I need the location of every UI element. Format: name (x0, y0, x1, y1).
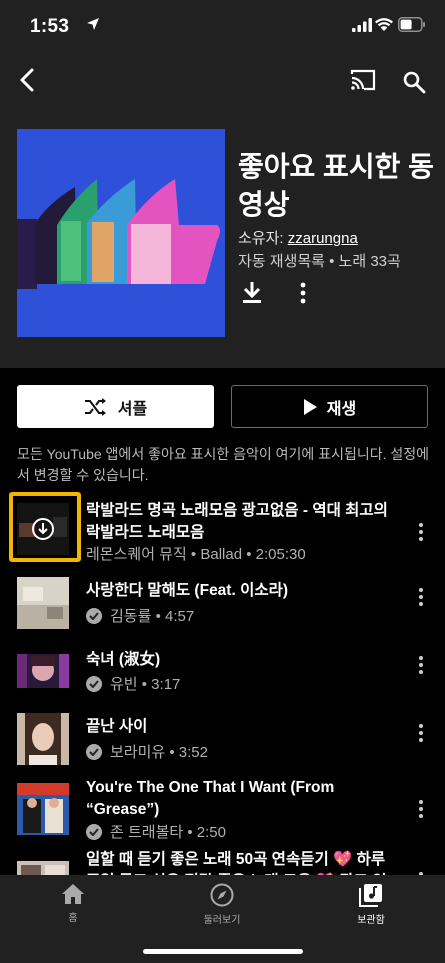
status-time: 1:53 (30, 16, 70, 37)
more-vert-icon[interactable] (416, 799, 426, 819)
cellular-signal-icon (352, 18, 372, 32)
playlist-title: 좋아요 표시한 동영상 (238, 151, 434, 220)
nav-home-label: 홈 (68, 913, 78, 924)
downloaded-check-icon (86, 823, 102, 840)
more-vert-icon[interactable] (293, 280, 313, 306)
album-art (17, 577, 69, 629)
list-item[interactable]: 락발라드 명곡 노래모음 광고없음 - 역대 최고의 락발라드 노래모음 레몬스… (0, 490, 445, 565)
back-arrow-icon[interactable] (14, 66, 42, 94)
album-art (17, 713, 69, 765)
list-item[interactable]: 끝난 사이 보라미유 • 3:52 (0, 701, 445, 769)
track-thumbnail (17, 577, 69, 629)
highlight-box (9, 492, 81, 562)
downloaded-check-icon (86, 675, 102, 692)
play-icon (303, 398, 317, 415)
owner-prefix: 소유자: (238, 230, 288, 247)
track-subtitle: 존 트래볼타 • 2:50 (86, 821, 226, 842)
track-subtitle: 유빈 • 3:17 (86, 673, 180, 694)
library-icon (359, 884, 382, 907)
nav-library-label: 보관함 (357, 915, 385, 926)
track-title: 끝난 사이 (86, 718, 148, 735)
thumbs-up-art-icon (17, 129, 225, 337)
battery-icon (398, 17, 425, 32)
track-subtitle: 김동률 • 4:57 (86, 605, 194, 626)
track-title: 숙녀 (淑女) (86, 651, 161, 668)
more-vert-icon[interactable] (416, 723, 426, 743)
playlist-owner: 소유자: zzarungna (238, 227, 358, 248)
home-indicator[interactable] (143, 949, 303, 954)
search-icon[interactable] (402, 70, 426, 94)
shuffle-button[interactable]: 셔플 (17, 385, 214, 428)
track-title: You're The One That I Want (From “Grease… (86, 779, 335, 818)
nav-explore-label: 둘러보기 (203, 915, 241, 926)
more-vert-icon[interactable] (416, 587, 426, 607)
track-title: 락발라드 명곡 노래모음 광고없음 - 역대 최고의 락발라드 노래모음 (86, 502, 388, 541)
track-thumbnail (17, 783, 69, 835)
list-item[interactable]: 사랑한다 말해도 (Feat. 이소라) 김동률 • 4:57 (0, 565, 445, 633)
list-item[interactable]: 숙녀 (淑女) 유빈 • 3:17 (0, 633, 445, 701)
track-title: 사랑한다 말해도 (Feat. 이소라) (86, 582, 289, 599)
track-subtitle: 보라미유 • 3:52 (86, 741, 208, 762)
home-icon (62, 884, 84, 904)
compass-icon (210, 883, 234, 907)
info-text: 모든 YouTube 앱에서 좋아요 표시한 음악이 여기에 표시됩니다. 설정… (17, 446, 430, 483)
nav-explore[interactable]: 둘러보기 (182, 883, 262, 926)
status-bar: 1:53 (0, 0, 445, 52)
downloaded-check-icon (86, 607, 102, 624)
playlist-cover-art (17, 129, 225, 337)
downloaded-check-icon (86, 743, 102, 760)
location-arrow-icon (87, 18, 99, 30)
nav-library[interactable]: 보관함 (331, 883, 411, 926)
track-subtitle: 레몬스퀘어 뮤직 • Ballad • 2:05:30 (86, 546, 306, 563)
play-label: 재생 (326, 400, 357, 418)
playlist-meta: 자동 재생목록 • 노래 33곡 (238, 253, 401, 270)
download-icon[interactable] (238, 278, 266, 306)
album-art (17, 654, 69, 688)
more-vert-icon[interactable] (416, 522, 426, 542)
play-button[interactable]: 재생 (231, 385, 428, 428)
shuffle-icon (84, 397, 106, 416)
list-item[interactable]: You're The One That I Want (From “Grease… (0, 769, 445, 849)
track-thumbnail (17, 654, 69, 688)
owner-link[interactable]: zzarungna (288, 230, 358, 247)
nav-home[interactable]: 홈 (33, 883, 113, 924)
album-art (17, 783, 69, 835)
more-vert-icon[interactable] (416, 655, 426, 675)
shuffle-label: 셔플 (117, 400, 148, 418)
cast-icon[interactable] (349, 68, 377, 92)
playlist-header: 좋아요 표시한 동영상 소유자: zzarungna 자동 재생목록 • 노래 … (0, 52, 445, 368)
track-thumbnail (17, 713, 69, 765)
wifi-icon (375, 18, 393, 31)
